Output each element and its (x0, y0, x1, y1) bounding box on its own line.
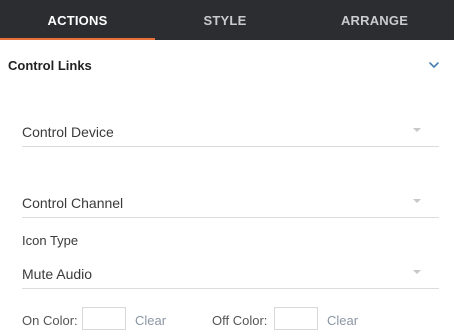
control-channel-value: Control Channel (22, 195, 124, 211)
active-tab-indicator (0, 38, 155, 40)
on-color-clear-link[interactable]: Clear (135, 313, 166, 328)
off-color-clear-link[interactable]: Clear (327, 313, 358, 328)
control-channel-select[interactable]: Control Channel (22, 185, 439, 218)
icon-type-value: Mute Audio (22, 266, 93, 282)
tab-actions[interactable]: ACTIONS (0, 0, 155, 40)
icon-type-select[interactable]: Mute Audio (22, 256, 439, 289)
dropdown-arrow-icon (413, 199, 421, 203)
tab-arrange[interactable]: ARRANGE (295, 0, 454, 40)
on-color-swatch[interactable] (82, 307, 126, 330)
dropdown-arrow-icon (413, 128, 421, 132)
off-color-swatch[interactable] (274, 307, 318, 330)
icon-type-label: Icon Type (22, 233, 79, 248)
tab-style[interactable]: STYLE (155, 0, 295, 40)
control-device-select[interactable]: Control Device (22, 114, 439, 147)
off-color-label: Off Color: (212, 313, 268, 328)
on-color-label: On Color: (22, 313, 78, 328)
tab-bar: ACTIONS STYLE ARRANGE (0, 0, 454, 40)
section-title[interactable]: Control Links (8, 58, 92, 73)
dropdown-arrow-icon (413, 270, 421, 274)
control-device-value: Control Device (22, 124, 114, 140)
chevron-down-icon[interactable] (427, 58, 441, 72)
